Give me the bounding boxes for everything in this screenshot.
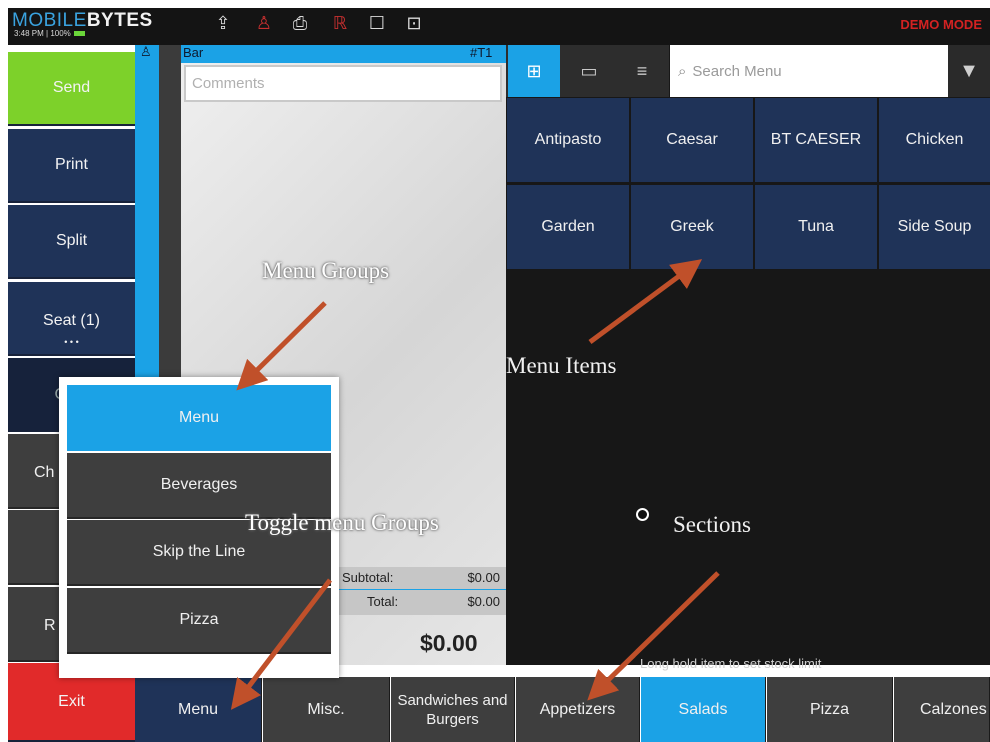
arrow-toggle-menu-groups	[230, 578, 332, 710]
annotation-menu-groups: Menu Groups	[262, 258, 390, 283]
arrow-menu-groups	[236, 301, 327, 391]
annotation-menu-items: Menu Items	[506, 353, 617, 378]
cursor-icon	[636, 508, 649, 521]
annotation-toggle-menu-groups: Toggle menu Groups	[245, 510, 439, 535]
annotation-arrows	[230, 259, 720, 710]
arrow-menu-items	[588, 259, 703, 345]
annotation-sections: Sections	[673, 512, 751, 537]
arrow-sections	[587, 571, 720, 701]
